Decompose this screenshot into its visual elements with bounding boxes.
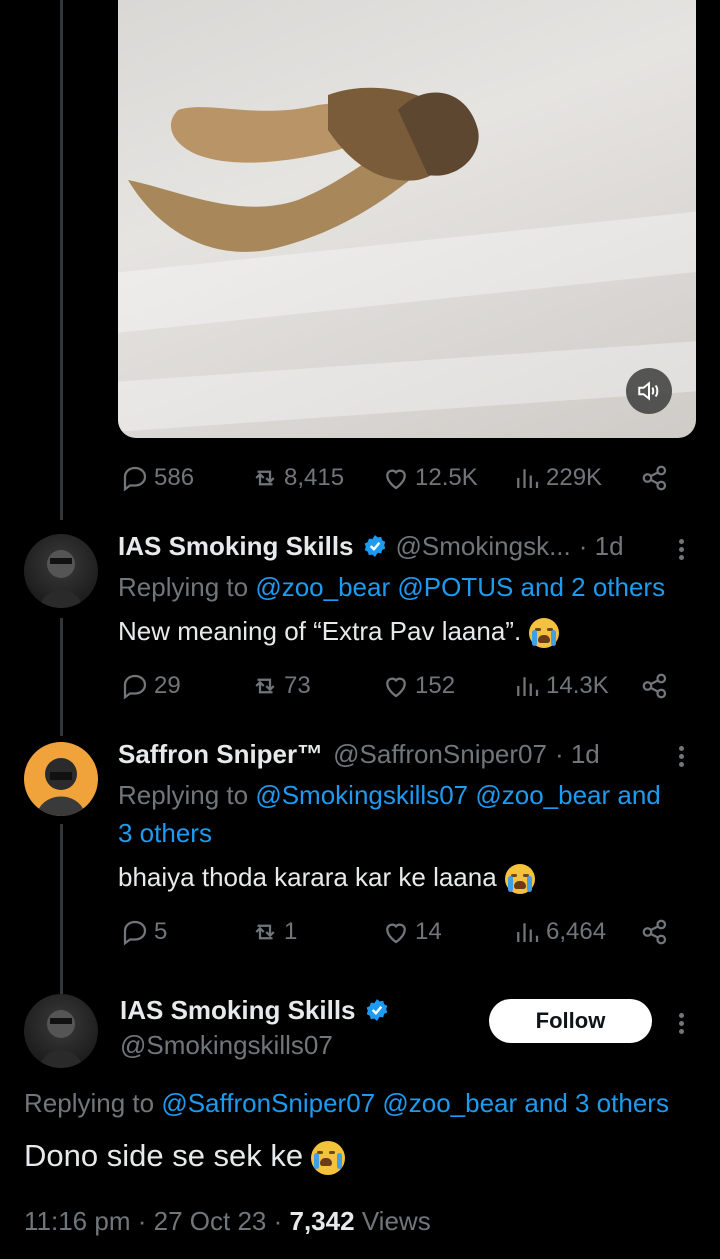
verified-badge-icon [364, 535, 385, 557]
thread-line-top [60, 0, 63, 520]
tweet-text: New meaning of “Extra Pav laana”. [118, 616, 560, 649]
views-count: 6,464 [546, 918, 607, 945]
tweet-text: bhaiya thoda karara kar ke laana [118, 862, 535, 895]
retweet-button[interactable]: 73 [250, 671, 311, 701]
like-button[interactable]: 12.5K [381, 463, 478, 493]
mention-link-others[interactable]: 3 others [118, 818, 212, 849]
retweet-count: 1 [284, 918, 298, 945]
crying-emoji-icon [504, 864, 535, 895]
like-button[interactable]: 152 [381, 671, 455, 701]
tweet-date[interactable]: 27 Oct 23 [154, 1206, 267, 1236]
crying-emoji-icon [529, 618, 560, 649]
handle[interactable]: @SaffronSniper07 [333, 739, 547, 770]
like-count: 152 [415, 672, 456, 699]
reply-button[interactable]: 586 [120, 463, 194, 493]
reply-icon [123, 920, 147, 946]
tweet-text: Dono side se sek ke [24, 1138, 346, 1175]
reply-2-header: Saffron Sniper™ @SaffronSniper07 · 1d [118, 738, 600, 770]
share-button[interactable] [640, 917, 674, 947]
reply-button[interactable]: 5 [120, 917, 167, 947]
reply-count: 5 [154, 918, 168, 945]
focused-tweet-name-row: IAS Smoking Skills [120, 994, 398, 1026]
retweet-icon [255, 678, 275, 694]
share-icon [642, 919, 667, 945]
views-button[interactable]: 229K [512, 463, 602, 493]
retweet-icon [255, 924, 275, 940]
share-button[interactable] [640, 463, 674, 493]
retweet-button[interactable]: 1 [250, 917, 297, 947]
crying-emoji-icon [311, 1140, 346, 1175]
verified-badge-icon [366, 999, 387, 1021]
heart-icon [386, 677, 406, 698]
handle[interactable]: @Smokingsk... [396, 531, 571, 562]
like-count: 12.5K [415, 464, 478, 491]
reply-icon [123, 674, 147, 700]
views-icon [517, 923, 539, 942]
reply-icon [123, 466, 147, 492]
mention-link[interactable]: @zoo_bear @POTUS and 2 others [255, 572, 665, 602]
timestamp[interactable]: · 1d [579, 531, 624, 562]
more-options-icon[interactable] [679, 743, 685, 770]
more-options-icon[interactable] [679, 1010, 685, 1037]
speaker-icon [638, 381, 659, 401]
avatar[interactable] [24, 994, 98, 1068]
replying-to: Replying to @SaffronSniper07 @zoo_bear a… [24, 1088, 669, 1118]
share-icon [642, 465, 667, 491]
avatar-image [39, 550, 83, 608]
follow-button[interactable]: Follow [489, 999, 652, 1043]
avatar-image [36, 758, 86, 816]
tweet-video[interactable] [118, 0, 696, 438]
avatar[interactable] [24, 742, 98, 816]
views-count: 14.3K [546, 672, 609, 699]
avatar[interactable] [24, 534, 98, 608]
retweet-count: 73 [284, 672, 311, 699]
reply-count: 586 [154, 464, 195, 491]
views-label: Views [361, 1206, 431, 1236]
share-button[interactable] [640, 671, 674, 701]
display-name[interactable]: IAS Smoking Skills [120, 995, 356, 1026]
more-options-icon[interactable] [679, 536, 685, 563]
views-button[interactable]: 14.3K [512, 671, 609, 701]
views-count: 229K [546, 464, 603, 491]
replying-to: Replying to @zoo_bear @POTUS and 2 other… [118, 572, 666, 602]
timestamp[interactable]: · 1d [555, 739, 600, 770]
video-content-image [128, 87, 479, 252]
avatar-image [39, 1010, 83, 1068]
like-count: 14 [415, 918, 442, 945]
retweet-icon [255, 470, 275, 486]
mention-link[interactable]: @Smokingskills07 @zoo_bear and [255, 780, 660, 810]
reply-1-actions: 29 73 152 14.3K [0, 668, 720, 704]
replying-to: Replying to @Smokingskills07 @zoo_bear a… [118, 780, 661, 810]
retweet-button[interactable]: 8,415 [250, 463, 344, 493]
views-icon [517, 469, 539, 488]
display-name[interactable]: IAS Smoking Skills [118, 531, 354, 562]
views-icon [517, 677, 539, 696]
share-icon [642, 673, 667, 699]
retweet-count: 8,415 [284, 464, 345, 491]
views-button[interactable]: 6,464 [512, 917, 606, 947]
mute-button[interactable] [626, 368, 672, 414]
thread-line-2 [60, 824, 63, 994]
reply-2-actions: 5 1 14 6,464 [0, 914, 720, 950]
tweet-time[interactable]: 11:16 pm [24, 1206, 130, 1236]
display-name[interactable]: Saffron Sniper™ [118, 739, 323, 770]
reply-button[interactable]: 29 [120, 671, 181, 701]
views-count: 7,342 [289, 1206, 355, 1236]
tweet-meta: 11:16 pm · 27 Oct 23 · 7,342 Views [24, 1206, 431, 1236]
handle[interactable]: @Smokingskills07 [120, 1030, 333, 1061]
mention-link[interactable]: @SaffronSniper07 @zoo_bear and 3 others [161, 1088, 669, 1118]
heart-icon [386, 469, 406, 490]
reply-1-header: IAS Smoking Skills @Smokingsk... · 1d [118, 530, 624, 562]
like-button[interactable]: 14 [381, 917, 442, 947]
reply-count: 29 [154, 672, 181, 699]
main-tweet-actions: 586 8,415 12.5K 229K [0, 460, 720, 496]
heart-icon [386, 923, 406, 944]
